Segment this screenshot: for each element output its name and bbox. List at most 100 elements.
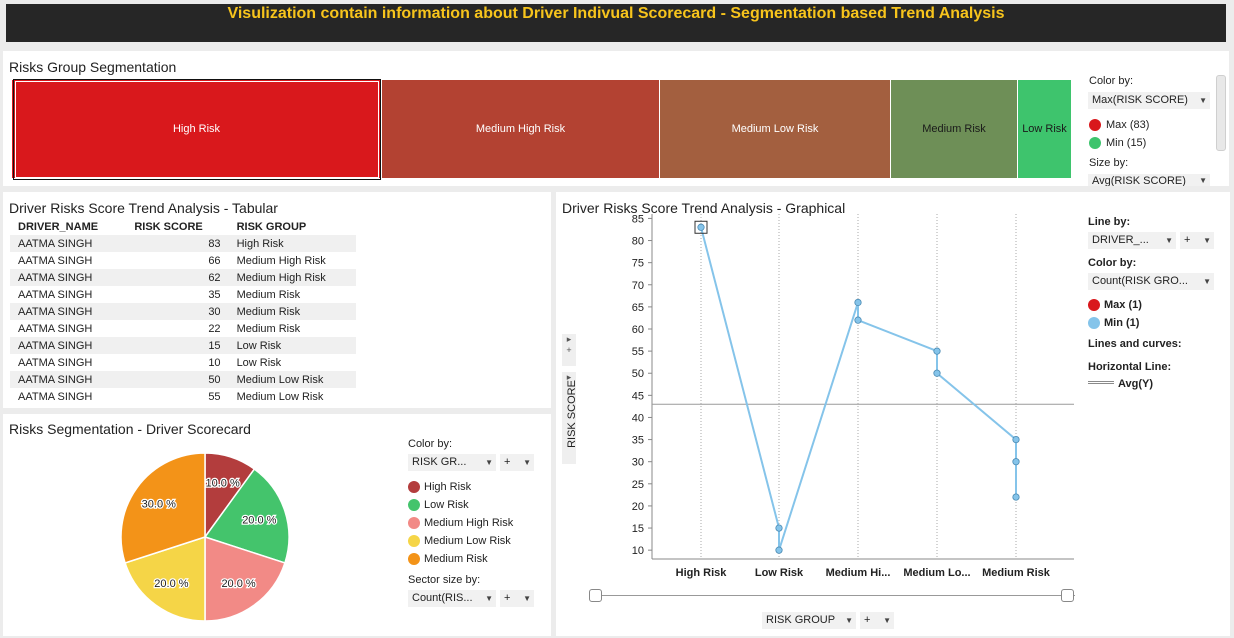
plus-icon: + [504,456,511,468]
table-row[interactable]: AATMA SINGH 66 Medium High Risk [10,252,356,269]
line-min-label: Min (1) [1104,317,1140,329]
x-tick-label: Medium Hi... [826,567,891,579]
x-axis-add-button[interactable]: + ▼ [860,612,894,629]
dashboard-title: Visulization contain information about D… [227,5,1005,22]
line-by-dropdown[interactable]: DRIVER_... ▼ [1088,232,1176,249]
treemap-cell[interactable]: Medium Risk [891,80,1018,178]
line-by-add-button[interactable]: + ▼ [1180,232,1214,249]
slider-right-handle[interactable] [1061,589,1074,602]
data-point[interactable] [697,223,705,231]
line-color-by-label: Color by: [1088,257,1137,269]
treemap-panel: Risks Group Segmentation High Risk Medium… [3,51,1229,186]
table-row[interactable]: AATMA SINGH 55 Medium Low Risk [10,388,356,405]
cell-driver-name: AATMA SINGH [18,322,93,335]
cell-risk-score: 62 [126,269,229,286]
x-tick-label: High Risk [676,567,728,579]
cell-driver-name: AATMA SINGH [10,303,127,320]
treemap-cell[interactable]: High Risk [12,80,382,178]
data-point[interactable] [933,369,941,377]
y-tick-label: 25 [632,479,644,491]
data-point[interactable] [1012,435,1020,444]
slider-track [589,595,1075,596]
pie-sector-size-dropdown[interactable]: Count(RIS... ▼ [408,590,496,607]
x-axis-dropdown[interactable]: RISK GROUP ▼ [762,612,856,629]
data-point[interactable] [775,546,783,554]
table-row[interactable]: AATMA SINGH 22 Medium Risk [10,320,356,337]
pie-legend-item[interactable]: Medium Risk [424,553,488,565]
treemap-size-by-label: Size by: [1089,157,1129,169]
treemap-max-label: Max (83) [1106,119,1150,131]
x-axis-value: RISK GROUP [766,614,836,626]
pie-legend-swatch [408,517,420,529]
cell-risk-score: 83 [126,235,229,252]
x-range-slider[interactable] [589,589,1075,602]
treemap-cell-label: Medium High Risk [475,123,566,135]
data-point[interactable] [854,298,862,307]
table-row[interactable]: AATMA SINGH 30 Medium Risk [10,303,356,320]
treemap-cell-label: High Risk [172,123,221,135]
cell-risk-group: Medium High Risk [236,254,326,267]
col-risk-score[interactable]: RISK SCORE [126,218,228,235]
cell-risk-score: 66 [208,254,221,267]
chevron-down-icon: ▼ [523,458,531,467]
chevron-down-icon: ▼ [883,616,891,625]
chevron-down-icon: ▼ [1199,176,1207,185]
table-row[interactable]: AATMA SINGH 50 Medium Low Risk [10,371,356,388]
avg-line-swatch [1088,381,1114,384]
cell-risk-score: 35 [208,288,221,301]
y-tick-label: 40 [632,412,644,424]
x-tick-label: Medium Risk [982,567,1051,579]
chevron-down-icon: ▼ [1165,236,1173,245]
chevron-down-icon: ▼ [1203,277,1211,286]
pie-legend-item[interactable]: High Risk [424,481,471,493]
pie-slice-label: 30.0 % [142,498,176,510]
table-row[interactable]: AATMA SINGH 35 Medium Risk [10,286,356,303]
pie-chart: 10.0 % 20.0 % 20.0 % 20.0 % 30.0 % [120,452,290,622]
pie-sector-size-value: Count(RIS... [412,592,473,604]
cell-risk-group: Medium Low Risk [236,390,324,403]
pie-color-by-dropdown[interactable]: RISK GR... ▼ [408,454,496,471]
pie-color-add-button[interactable]: + ▼ [500,454,534,471]
table-row[interactable]: AATMA SINGH 83 High Risk [10,235,356,252]
treemap-cell-label: Medium Low Risk [731,123,819,135]
pie-legend-swatch [408,535,420,547]
cell-risk-score: 22 [208,322,221,335]
y-tick-label: 30 [632,457,644,469]
chevron-down-icon: ▼ [845,616,853,625]
treemap-cell[interactable]: Medium High Risk [382,80,660,178]
dashboard-title-bar: Visulization contain information about D… [6,4,1226,42]
pie-legend-item[interactable]: Medium Low Risk [424,535,511,547]
treemap-cell[interactable]: Medium Low Risk [660,80,891,178]
table-row[interactable]: AATMA SINGH 15 Low Risk [10,337,356,354]
cell-risk-group: Medium Risk [236,288,301,301]
treemap-area: High Risk Medium High Risk Medium Low Risk… [12,80,1072,178]
y-tick-label: 70 [632,280,644,292]
table-row[interactable]: AATMA SINGH 62 Medium High Risk [10,269,356,286]
data-point[interactable] [1012,458,1020,466]
pie-legend-item[interactable]: Medium High Risk [424,517,513,529]
horizontal-line-label: Horizontal Line: [1088,361,1172,373]
cell-risk-score: 30 [126,303,229,320]
y-tick-label: 85 [632,214,644,225]
data-point[interactable] [775,524,783,532]
treemap-size-by-dropdown[interactable]: Avg(RISK SCORE) ▼ [1088,174,1210,186]
cell-risk-group: Low Risk [236,356,282,369]
table-row[interactable]: AATMA SINGH 10 Low Risk [10,354,356,371]
col-risk-group[interactable]: RISK GROUP [229,218,356,235]
data-point[interactable] [933,347,941,355]
legend-scrollbar[interactable] [1216,75,1226,151]
col-driver-name[interactable]: DRIVER_NAME [10,218,126,235]
y-axis-title[interactable]: RISK SCORE [566,380,578,448]
score-table: DRIVER_NAME RISK SCORE RISK GROUP AATMA … [10,218,356,405]
data-point[interactable] [1012,493,1020,501]
pie-sector-add-button[interactable]: + ▼ [500,590,534,607]
slider-left-handle[interactable] [589,589,602,602]
cell-driver-name: AATMA SINGH [10,235,127,252]
line-color-by-dropdown[interactable]: Count(RISK GRO... ▼ [1088,273,1214,290]
pie-color-by-value: RISK GR... [412,456,467,468]
treemap-cell-label: Medium Risk [922,123,986,135]
treemap-color-by-dropdown[interactable]: Max(RISK SCORE) ▼ [1088,92,1210,109]
pie-legend-item[interactable]: Low Risk [424,499,469,511]
treemap-cell[interactable]: Low Risk [1018,80,1072,178]
data-point[interactable] [854,316,862,324]
